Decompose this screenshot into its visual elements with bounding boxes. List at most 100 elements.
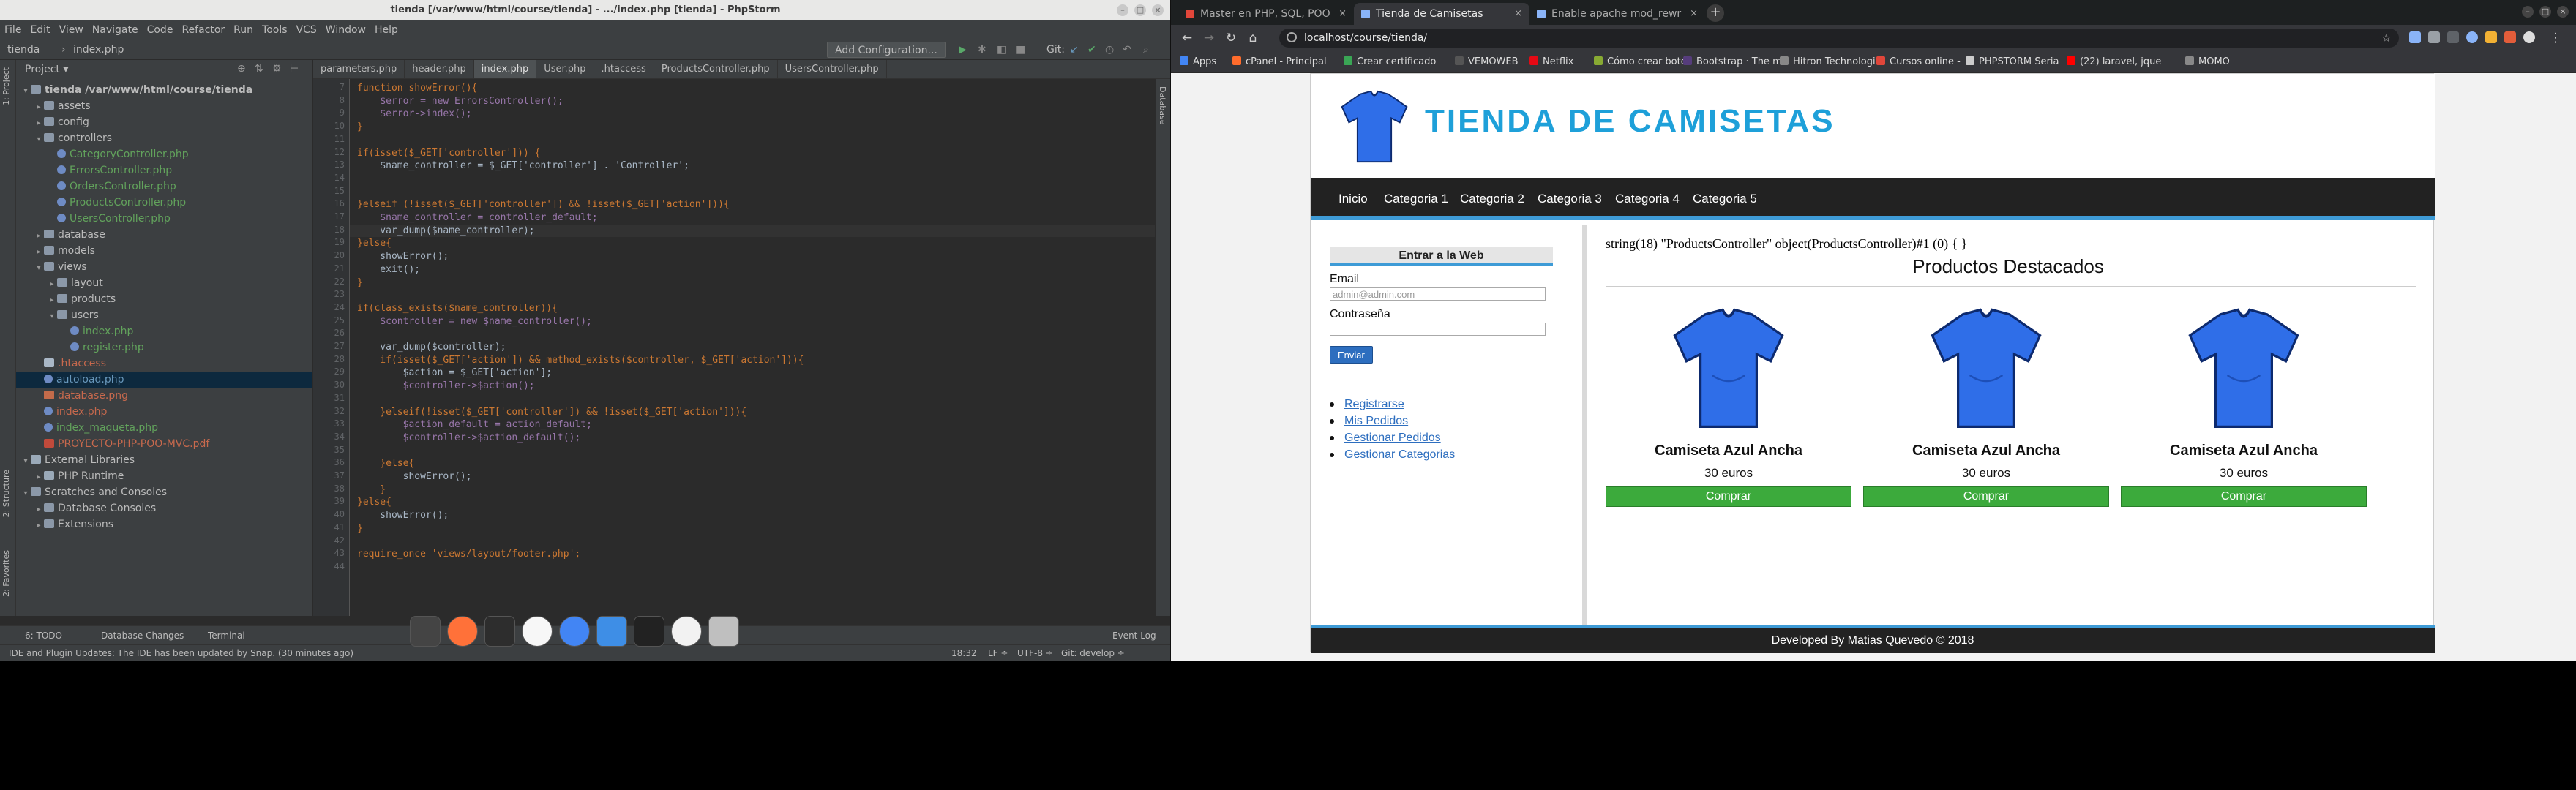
forward-icon[interactable]: → [1200,29,1218,47]
extension-icon[interactable] [2466,31,2478,43]
nav-inicio[interactable]: Inicio [1338,178,1368,220]
tree-item[interactable]: .htaccess [16,356,312,372]
tree-item[interactable]: ErrorsController.php [16,162,312,178]
minimize-button[interactable]: – [2522,6,2534,18]
menu-refactor[interactable]: Refactor [177,20,229,40]
menu-vcs[interactable]: VCS [292,20,321,40]
structure-tool-tab[interactable]: 2: Structure [1,470,11,517]
editor-tab[interactable]: parameters.php [313,60,405,78]
gear-icon[interactable]: ⚙ [272,63,282,75]
home-icon[interactable]: ⌂ [1244,29,1262,47]
finder-icon[interactable] [596,616,627,647]
chevron-right-icon[interactable]: ▸ [34,518,44,534]
tshirt-image-icon[interactable] [2185,305,2302,434]
extension-icon[interactable] [2504,31,2516,43]
menu-file[interactable]: File [0,20,26,40]
debug-icon[interactable]: ✱ [978,40,986,60]
browser-tab[interactable]: Master en PHP, SQL, POO × [1178,3,1354,25]
tree-item[interactable]: OrdersController.php [16,178,312,195]
close-button[interactable]: × [2557,6,2569,18]
bookmark-item[interactable]: MOMO [2185,51,2230,73]
editor-tab[interactable]: .htaccess [594,60,654,78]
tree-item[interactable]: ▸ layout [16,275,312,291]
tree-item[interactable]: ▸ products [16,291,312,307]
chevron-down-icon[interactable]: ▾ [20,83,31,99]
event-log-tool-button[interactable]: Event Log [1112,626,1156,645]
link-gestionar-pedidos[interactable]: Gestionar Pedidos [1329,429,1455,446]
database-changes-tool-button[interactable]: Database Changes [101,626,184,645]
new-tab-button[interactable]: + [1707,4,1724,22]
menu-window[interactable]: Window [321,20,370,40]
firefox-icon[interactable] [447,616,478,647]
menu-view[interactable]: View [55,20,88,40]
password-field[interactable] [1330,323,1546,336]
info-icon[interactable] [1287,32,1297,42]
git-history-icon[interactable]: ◷ [1105,40,1114,60]
buy-button[interactable]: Comprar [2121,486,2367,507]
product-name[interactable]: Camiseta Azul Ancha [1863,443,2109,459]
bookmark-item[interactable]: PHPSTORM Seria [1966,51,2059,73]
tree-item[interactable]: index_maqueta.php [16,420,312,436]
minimize-button[interactable]: – [1117,4,1128,16]
tree-item[interactable]: ▾ tienda /var/www/html/course/tienda [16,82,312,98]
caret-position[interactable]: 18:32 [951,645,977,661]
phpstorm-icon[interactable] [634,616,664,647]
menu-code[interactable]: Code [143,20,178,40]
tree-item[interactable]: ▾ Scratches and Consoles [16,484,312,500]
locate-icon[interactable]: ⊕ [237,63,246,75]
tree-item[interactable]: ▾ users [16,307,312,323]
tshirt-image-icon[interactable] [1670,305,1787,434]
coverage-icon[interactable]: ◧ [997,40,1006,60]
terminal-tool-button[interactable]: Terminal [208,626,245,645]
terminal-icon[interactable] [484,616,515,647]
breadcrumb-file[interactable]: index.php [73,40,124,60]
nav-categoria-2[interactable]: Categoria 2 [1460,178,1524,220]
itunes-icon[interactable] [522,616,553,647]
editor-tab[interactable]: User.php [536,60,594,78]
menu-tools[interactable]: Tools [258,20,292,40]
trash-icon[interactable] [708,616,739,647]
bookmark-item[interactable]: Cómo crear botón [1594,51,1693,73]
close-button[interactable]: × [1152,4,1164,16]
close-tab-icon[interactable]: × [1514,3,1522,25]
chevron-right-icon[interactable]: ▸ [34,228,44,244]
bookmark-item[interactable]: Bootstrap · The m [1683,51,1782,73]
undo-icon[interactable]: ↶ [1123,40,1131,60]
chevron-down-icon[interactable]: ▾ [34,132,44,148]
browser-tab-active[interactable]: Tienda de Camisetas × [1354,3,1530,25]
chevron-right-icon[interactable]: ▸ [47,276,57,293]
bookmark-item[interactable]: Netflix [1530,51,1573,73]
chevron-right-icon[interactable]: ▸ [34,470,44,486]
photos-icon[interactable] [671,616,702,647]
code-editor[interactable]: function showError(){ $error = new Error… [350,79,1162,616]
status-message[interactable]: IDE and Plugin Updates: The IDE has been… [9,645,353,661]
close-tab-icon[interactable]: × [1690,3,1698,25]
product-name[interactable]: Camiseta Azul Ancha [1606,443,1852,459]
menu-run[interactable]: Run [229,20,258,40]
editor-tab[interactable]: ProductsController.php [654,60,778,78]
git-commit-icon[interactable]: ✔ [1087,40,1096,60]
workspace-switcher-icon[interactable] [410,616,441,647]
extension-icon[interactable] [2409,31,2421,43]
extension-icon[interactable] [2447,31,2459,43]
bookmark-item[interactable]: VEMOWEB [1455,51,1519,73]
tshirt-image-icon[interactable] [1928,305,2045,434]
chevron-down-icon[interactable]: ▾ [47,309,57,325]
collapse-icon[interactable]: ⇅ [255,63,263,75]
tree-item[interactable]: PROYECTO-PHP-POO-MVC.pdf [16,436,312,452]
bookmark-item[interactable]: Cursos online - [1876,51,1961,73]
tree-item[interactable]: ▾ External Libraries [16,452,312,468]
buy-button[interactable]: Comprar [1863,486,2109,507]
editor-tab[interactable]: header.php [405,60,474,78]
chevron-down-icon[interactable]: ▾ [20,454,31,470]
tree-item[interactable]: ▸ models [16,243,312,259]
tree-item[interactable]: register.php [16,339,312,356]
hide-panel-icon[interactable]: ⊢ [290,63,299,75]
bookmark-item[interactable]: (22) laravel, jque [2067,51,2161,73]
chevron-down-icon[interactable]: ▾ [20,486,31,502]
git-update-icon[interactable]: ↙ [1070,40,1079,60]
tree-item[interactable]: database.png [16,388,312,404]
tree-item[interactable]: ▸ Extensions [16,516,312,533]
tree-item[interactable]: index.php [16,323,312,339]
tree-item[interactable]: ▸ assets [16,98,312,114]
